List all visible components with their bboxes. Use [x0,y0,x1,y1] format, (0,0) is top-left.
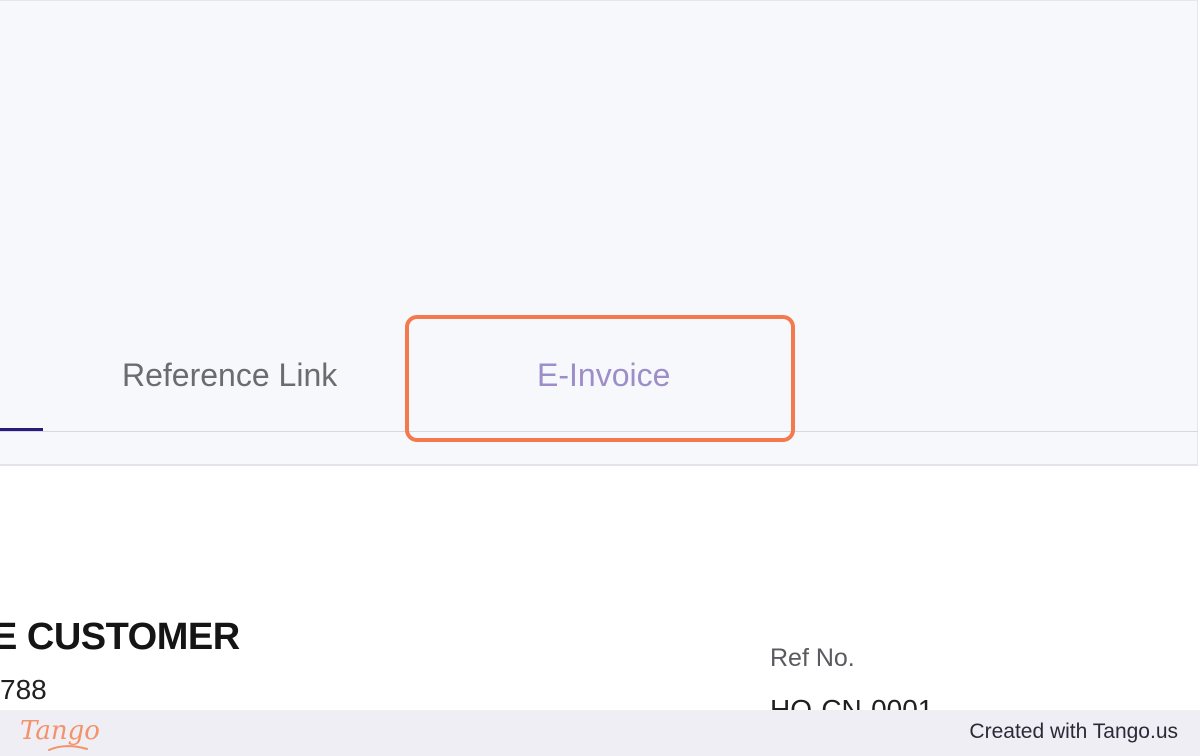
screenshot-frame: Reference Link E-Invoice E CUSTOMER 788 … [0,0,1200,756]
ref-no-value: HQ-CN-0001 [770,694,934,710]
customer-phone: 788 [0,674,47,705]
tango-logo: Tango [20,716,100,746]
tab-e-invoice-label: E-Invoice [537,357,671,393]
active-tab-indicator [0,428,43,431]
tab-reference-link[interactable]: Reference Link [122,350,337,400]
ref-no-label: Ref No. [770,644,855,672]
tab-e-invoice[interactable]: E-Invoice [537,350,670,400]
invoice-document: E CUSTOMER 788 Ref No. HQ-CN-0001 [0,468,1198,710]
tab-reference-link-label: Reference Link [122,357,338,393]
created-with-link[interactable]: Created with Tango.us [969,720,1178,744]
customer-title: E CUSTOMER [0,616,240,658]
tango-swoosh-icon [48,745,88,751]
footer-bar: Tango Created with Tango.us [0,710,1200,756]
